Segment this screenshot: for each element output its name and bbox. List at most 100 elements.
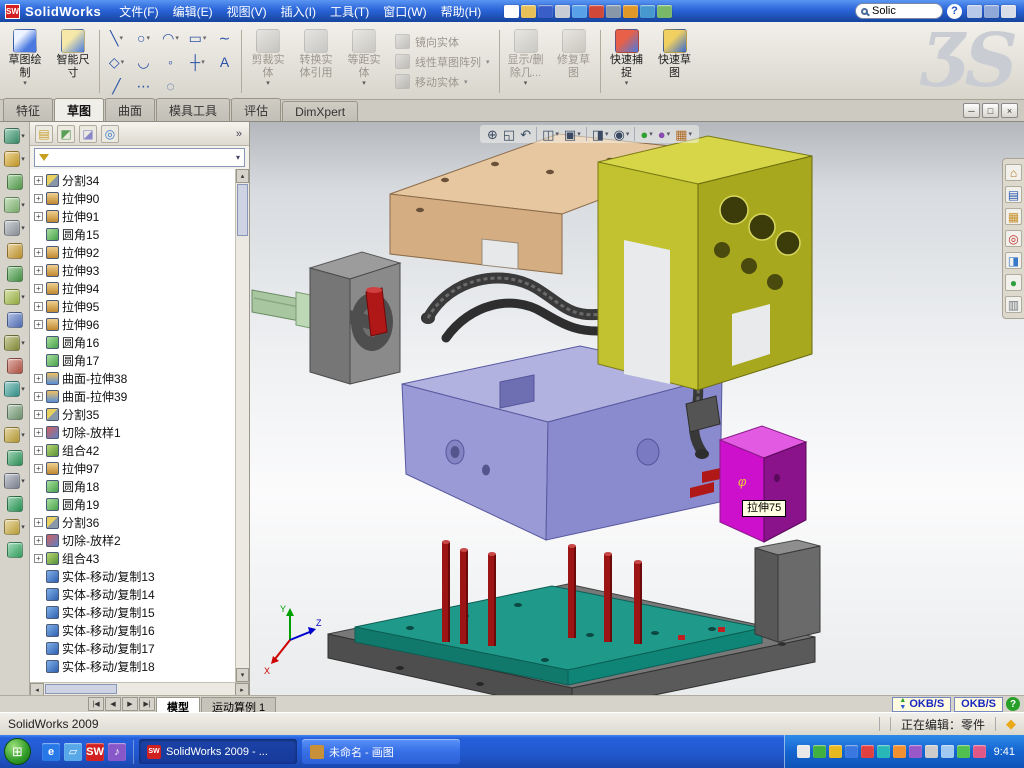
dropdown-arrow-icon[interactable]: ▾: [21, 477, 25, 485]
model-tab[interactable]: 运动算例 1: [201, 697, 276, 712]
dropdown-arrow-icon[interactable]: ▾: [625, 80, 629, 87]
feature-toolbar-button[interactable]: [7, 357, 23, 375]
tree-item[interactable]: +拉伸90: [33, 189, 235, 207]
feature-toolbar-button[interactable]: [7, 495, 23, 513]
expand-toggle-icon[interactable]: +: [34, 194, 43, 203]
tree-item[interactable]: 圆角17: [33, 351, 235, 369]
tree-item[interactable]: +拉伸95: [33, 297, 235, 315]
tray-icon-5[interactable]: [877, 745, 890, 758]
print-icon[interactable]: [555, 5, 570, 18]
expand-toggle-icon[interactable]: +: [34, 554, 43, 563]
tree-item[interactable]: +切除-放样1: [33, 423, 235, 441]
polygon-tool[interactable]: ◇▾: [103, 50, 130, 74]
dropdown-arrow-icon[interactable]: ▾: [605, 130, 609, 138]
dimxpertmanager-tab[interactable]: ◎: [101, 125, 119, 143]
menu-window[interactable]: 窗口(W): [376, 1, 433, 22]
tray-icon-0[interactable]: [797, 745, 810, 758]
dropdown-arrow-icon[interactable]: ▾: [577, 130, 581, 138]
expand-toggle-icon[interactable]: +: [34, 410, 43, 419]
scroll-track-horizontal[interactable]: [118, 683, 235, 695]
commandmanager-tab-dimxpert[interactable]: DimXpert: [282, 101, 358, 121]
tree-item[interactable]: +曲面-拉伸38: [33, 369, 235, 387]
more-sketch-tools[interactable]: ⋯: [130, 74, 157, 98]
edit-color-icon[interactable]: [623, 5, 638, 18]
dropdown-arrow-icon[interactable]: ▾: [21, 155, 25, 163]
tree-item[interactable]: +拉伸94: [33, 279, 235, 297]
feature-toolbar-button[interactable]: ▾: [4, 334, 25, 352]
model-tab-nav-button-1[interactable]: ◀: [105, 697, 121, 711]
tree-item[interactable]: +组合43: [33, 549, 235, 567]
dropdown-arrow-icon[interactable]: ▾: [667, 130, 671, 138]
search-input[interactable]: [872, 5, 930, 17]
expand-toggle-icon[interactable]: +: [34, 428, 43, 437]
move-entities-button[interactable]: 移动实体▾: [392, 74, 493, 90]
commandmanager-tab-features[interactable]: 特征: [3, 98, 53, 121]
tray-icon-2[interactable]: [829, 745, 842, 758]
tree-item[interactable]: +拉伸96: [33, 315, 235, 333]
expand-toggle-icon[interactable]: +: [34, 266, 43, 275]
tray-icon-11[interactable]: [973, 745, 986, 758]
expand-toggle-icon[interactable]: +: [34, 320, 43, 329]
section-view-icon[interactable]: ◫▾: [542, 128, 559, 141]
tray-icon-9[interactable]: [941, 745, 954, 758]
zoom-area-icon[interactable]: ◱: [503, 128, 515, 141]
insert-block[interactable]: φ: [720, 426, 806, 542]
tray-icon-7[interactable]: [909, 745, 922, 758]
fullscreen-icon[interactable]: [967, 5, 982, 18]
commandmanager-tab-surfaces[interactable]: 曲面: [105, 98, 155, 121]
help-button[interactable]: ?: [947, 4, 962, 19]
menu-view[interactable]: 视图(V): [220, 1, 274, 22]
feature-toolbar-button[interactable]: ▾: [4, 219, 25, 237]
close-document-button[interactable]: ×: [1001, 103, 1018, 118]
model-tab-nav-button-3[interactable]: ▶|: [139, 697, 155, 711]
trim-entities-button[interactable]: 剪裁实体▾: [245, 25, 291, 98]
scroll-down-icon[interactable]: ▾: [236, 668, 249, 682]
scroll-up-icon[interactable]: ▴: [236, 169, 249, 183]
spline-tool[interactable]: ∼: [211, 26, 238, 50]
tray-icon-8[interactable]: [925, 745, 938, 758]
feature-toolbar-button[interactable]: ▾: [4, 426, 25, 444]
restore-document-button[interactable]: □: [982, 103, 999, 118]
taskbar-task-button[interactable]: 未命名 - 画图: [302, 739, 460, 764]
custom-properties-icon[interactable]: ▥: [1005, 296, 1022, 313]
tree-filter-bar[interactable]: ▾: [34, 148, 245, 167]
tree-item[interactable]: +分割36: [33, 513, 235, 531]
dropdown-arrow-icon[interactable]: ▾: [266, 80, 270, 87]
view-orientation-icon[interactable]: ▣▾: [564, 128, 581, 141]
tray-icon-4[interactable]: [861, 745, 874, 758]
ellipse-tool[interactable]: ◌: [157, 74, 184, 98]
save-icon[interactable]: [538, 5, 553, 18]
tree-item[interactable]: 圆角19: [33, 495, 235, 513]
expand-toggle-icon[interactable]: +: [34, 392, 43, 401]
propertymanager-tab[interactable]: ◩: [57, 125, 75, 143]
dropdown-arrow-icon[interactable]: ▾: [688, 130, 692, 138]
feature-toolbar-button[interactable]: [7, 242, 23, 260]
previous-view-icon[interactable]: ↶: [520, 128, 531, 141]
linear-sketch-pattern-button[interactable]: 线性草图阵列▾: [392, 54, 493, 70]
commandmanager-tab-sketch[interactable]: 草图: [54, 98, 104, 121]
feature-toolbar-button[interactable]: [7, 403, 23, 421]
model-tab-nav-button-0[interactable]: |◀: [88, 697, 104, 711]
panel-overflow-icon[interactable]: »: [234, 128, 244, 140]
menu-help[interactable]: 帮助(H): [434, 1, 489, 22]
file-explorer-icon[interactable]: ▦: [1005, 208, 1022, 225]
menu-edit[interactable]: 编辑(E): [166, 1, 220, 22]
hide-show-items-icon[interactable]: ◉▾: [614, 128, 630, 141]
menu-file[interactable]: 文件(F): [112, 1, 165, 22]
convert-entities-button[interactable]: 转换实体引用: [293, 25, 339, 98]
taskbar-task-button[interactable]: SWSolidWorks 2009 - ...: [139, 739, 297, 764]
search-box[interactable]: [855, 3, 943, 19]
dropdown-arrow-icon[interactable]: ▾: [21, 293, 25, 301]
mirror-entities-button[interactable]: 镜向实体: [392, 34, 493, 50]
expand-toggle-icon[interactable]: +: [34, 248, 43, 257]
dropdown-arrow-icon[interactable]: ▾: [21, 201, 25, 209]
feature-toolbar-button[interactable]: ▾: [4, 127, 25, 145]
rapid-sketch-button[interactable]: 快速草图: [652, 25, 698, 98]
design-library-icon[interactable]: ▤: [1005, 186, 1022, 203]
offset-entities-button[interactable]: 等距实体▾: [341, 25, 387, 98]
dropdown-arrow-icon[interactable]: ▾: [362, 80, 366, 87]
tree-item[interactable]: +切除-放样2: [33, 531, 235, 549]
stripper-yoke[interactable]: [598, 136, 812, 390]
tree-item[interactable]: +拉伸97: [33, 459, 235, 477]
expand-icon[interactable]: [984, 5, 999, 18]
